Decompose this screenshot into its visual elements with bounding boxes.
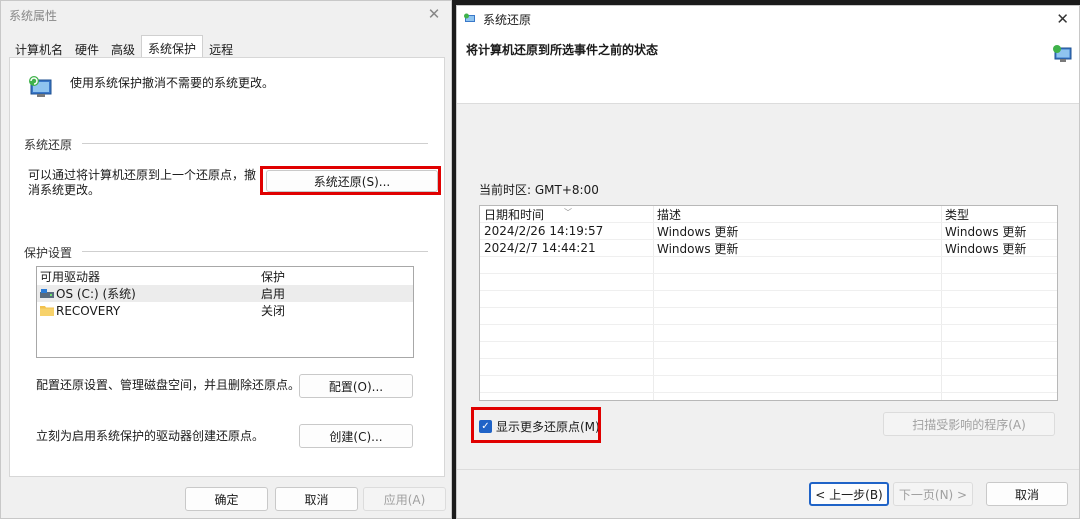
tab-hardware[interactable]: 硬件 (69, 37, 105, 59)
system-restore-icon (29, 76, 52, 97)
tab-bar: 计算机名 硬件 高级 系统保护 远程 (9, 35, 239, 59)
wizard-title: 将计算机还原到所选事件之前的状态 (466, 43, 659, 57)
folder-icon (40, 306, 54, 316)
tab-advanced[interactable]: 高级 (105, 37, 141, 59)
close-icon[interactable]: ✕ (425, 5, 443, 23)
configure-description: 配置还原设置、管理磁盘空间，并且删除还原点。 (36, 378, 301, 392)
restore-description: 可以通过将计算机还原到上一个还原点，撤消系统更改。 (28, 168, 257, 197)
system-protection-panel: 使用系统保护撤消不需要的系统更改。 系统还原 可以通过将计算机还原到上一个还原点… (9, 57, 445, 477)
tab-system-protection[interactable]: 系统保护 (141, 35, 204, 59)
row-date: 2024/2/7 14:44:21 (484, 241, 596, 255)
restore-group-title: 系统还原 (24, 138, 73, 152)
group-divider (82, 143, 428, 144)
empty-row (480, 308, 1057, 325)
empty-row (480, 325, 1057, 342)
drive-list[interactable]: 可用驱动器 保护 OS (C:) (系统) 启用 RECOVERY 关闭 (36, 266, 414, 358)
column-header-type[interactable]: 类型 (941, 206, 1057, 223)
back-button[interactable]: < 上一步(B) (809, 482, 889, 506)
row-description: Windows 更新 (657, 241, 739, 256)
cancel-button[interactable]: 取消 (986, 482, 1068, 506)
column-header-protection[interactable]: 保护 (261, 268, 381, 285)
empty-row (480, 274, 1057, 291)
window-titlebar: 系统还原 (457, 6, 1079, 32)
drive-name: RECOVERY (56, 303, 121, 318)
table-header: 日期和时间 描述 类型 ﹀ (480, 206, 1057, 223)
configure-button[interactable]: 配置(O)... (299, 374, 413, 398)
column-header-drive[interactable]: 可用驱动器 (37, 268, 261, 285)
empty-row (480, 342, 1057, 359)
footer-divider (457, 469, 1079, 470)
show-more-checkbox[interactable]: ✓ 显示更多还原点(M) (479, 418, 600, 435)
group-divider (82, 251, 428, 252)
scan-affected-programs-button[interactable]: 扫描受影响的程序(A) (883, 412, 1055, 436)
create-button[interactable]: 创建(C)... (299, 424, 413, 448)
window-title: 系统属性 (9, 8, 58, 23)
drive-protection: 启用 (261, 287, 286, 301)
table-row[interactable]: 2024/2/26 14:19:57 Windows 更新 Windows 更新 (480, 223, 1057, 240)
row-date: 2024/2/26 14:19:57 (484, 224, 604, 238)
empty-row (480, 257, 1057, 274)
table-row[interactable]: 2024/2/7 14:44:21 Windows 更新 Windows 更新 (480, 240, 1057, 257)
empty-row (480, 376, 1057, 393)
drive-name: OS (C:) (系统) (56, 287, 136, 301)
drive-row-os[interactable]: OS (C:) (系统) 启用 (37, 285, 413, 302)
intro-text: 使用系统保护撤消不需要的系统更改。 (70, 76, 275, 90)
system-drive-icon (40, 288, 54, 298)
system-restore-window: 系统还原 ✕ 将计算机还原到所选事件之前的状态 当前时区: GMT+8:00 日… (456, 5, 1080, 519)
drive-list-header: 可用驱动器 保护 (37, 267, 413, 285)
checkmark-icon[interactable]: ✓ (479, 420, 492, 433)
row-type: Windows 更新 (945, 224, 1027, 239)
restore-point-table[interactable]: 日期和时间 描述 类型 ﹀ 2024/2/26 14:19:57 Windows… (479, 205, 1058, 401)
system-properties-window: 系统属性 ✕ 计算机名 硬件 高级 系统保护 远程 使用系统保护撤消不需要的系统… (0, 0, 452, 519)
empty-row (480, 359, 1057, 376)
row-type: Windows 更新 (945, 241, 1027, 256)
drive-protection: 关闭 (261, 304, 286, 318)
close-icon[interactable]: ✕ (1056, 10, 1069, 28)
drive-row-recovery[interactable]: RECOVERY 关闭 (37, 302, 413, 319)
tab-remote[interactable]: 远程 (203, 37, 239, 59)
create-description: 立刻为启用系统保护的驱动器创建还原点。 (36, 429, 265, 443)
row-description: Windows 更新 (657, 224, 739, 239)
empty-row (480, 291, 1057, 308)
protection-group-title: 保护设置 (24, 246, 73, 260)
sort-arrow-icon: ﹀ (564, 208, 572, 217)
system-restore-icon (1053, 45, 1072, 62)
next-button[interactable]: 下一页(N) > (893, 482, 973, 506)
ok-button[interactable]: 确定 (185, 487, 268, 511)
show-more-label: 显示更多还原点(M) (496, 420, 600, 434)
wizard-header: 将计算机还原到所选事件之前的状态 (457, 32, 1079, 104)
system-restore-button[interactable]: 系统还原(S)... (266, 170, 438, 192)
cancel-button[interactable]: 取消 (275, 487, 358, 511)
timezone-label: 当前时区: GMT+8:00 (479, 183, 599, 197)
system-restore-icon (464, 13, 475, 22)
window-title: 系统还原 (483, 12, 532, 27)
column-header-description[interactable]: 描述 (653, 206, 941, 223)
apply-button[interactable]: 应用(A) (363, 487, 446, 511)
tab-computer-name[interactable]: 计算机名 (9, 37, 69, 59)
